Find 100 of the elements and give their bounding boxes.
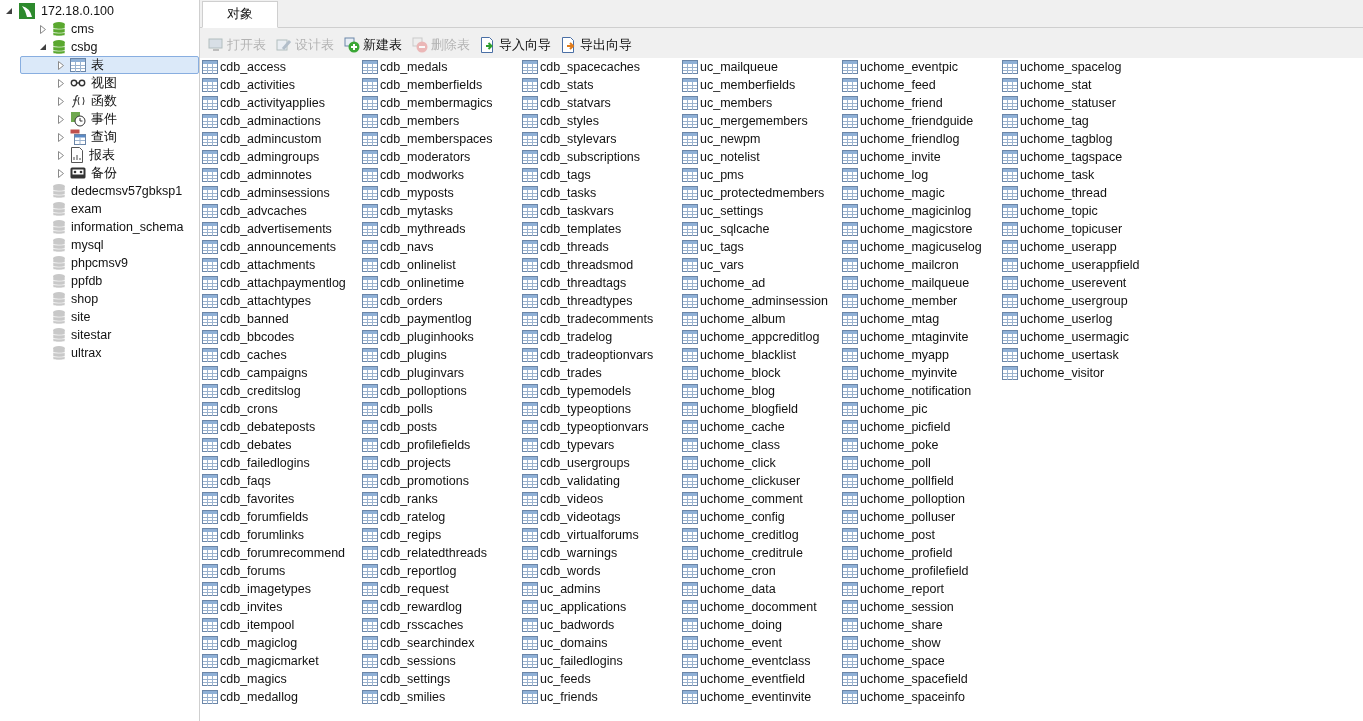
table-item[interactable]: uc_feeds (522, 670, 682, 688)
table-item[interactable]: cdb_members (362, 112, 522, 130)
table-item[interactable]: cdb_warnings (522, 544, 682, 562)
table-item[interactable]: cdb_advcaches (202, 202, 362, 220)
table-item[interactable]: uchome_album (682, 310, 842, 328)
table-item[interactable]: cdb_subscriptions (522, 148, 682, 166)
table-item[interactable]: cdb_rewardlog (362, 598, 522, 616)
table-item[interactable]: uchome_userevent (1002, 274, 1162, 292)
table-item[interactable]: uchome_poke (842, 436, 1002, 454)
table-item[interactable]: cdb_debates (202, 436, 362, 454)
table-item[interactable]: cdb_promotions (362, 472, 522, 490)
database-item[interactable]: mysql (52, 236, 110, 254)
table-item[interactable]: cdb_forums (202, 562, 362, 580)
tree-item[interactable]: 报表 (70, 146, 121, 164)
table-item[interactable]: cdb_failedlogins (202, 454, 362, 472)
table-item[interactable]: uchome_usermagic (1002, 328, 1162, 346)
table-item[interactable]: cdb_onlinetime (362, 274, 522, 292)
table-item[interactable]: uchome_tagspace (1002, 148, 1162, 166)
table-item[interactable]: cdb_moderators (362, 148, 522, 166)
table-item[interactable]: cdb_tradelog (522, 328, 682, 346)
table-item[interactable]: cdb_magiclog (202, 634, 362, 652)
table-item[interactable]: uchome_session (842, 598, 1002, 616)
table-item[interactable]: cdb_medallog (202, 688, 362, 706)
table-item[interactable]: cdb_forumfields (202, 508, 362, 526)
table-item[interactable]: cdb_threads (522, 238, 682, 256)
table-item[interactable]: cdb_sessions (362, 652, 522, 670)
table-item[interactable]: uchome_adminsession (682, 292, 842, 310)
table-item[interactable]: uchome_creditlog (682, 526, 842, 544)
table-item[interactable]: cdb_virtualforums (522, 526, 682, 544)
table-item[interactable]: cdb_rsscaches (362, 616, 522, 634)
table-item[interactable]: cdb_typeoptions (522, 400, 682, 418)
table-item[interactable]: uchome_magicstore (842, 220, 1002, 238)
table-item[interactable]: cdb_videos (522, 490, 682, 508)
tree-item[interactable]: 事件 (70, 110, 123, 128)
table-item[interactable]: uchome_eventpic (842, 58, 1002, 76)
table-item[interactable]: cdb_paymentlog (362, 310, 522, 328)
table-item[interactable]: uchome_magicuselog (842, 238, 1002, 256)
database-item[interactable]: site (52, 308, 97, 326)
table-item[interactable]: cdb_activities (202, 76, 362, 94)
table-item[interactable]: uchome_blog (682, 382, 842, 400)
table-item[interactable]: uc_mailqueue (682, 58, 842, 76)
table-item[interactable]: uchome_mtag (842, 310, 1002, 328)
table-item[interactable]: cdb_threadsmod (522, 256, 682, 274)
table-item[interactable]: uchome_cron (682, 562, 842, 580)
table-item[interactable]: uc_tags (682, 238, 842, 256)
table-item[interactable]: cdb_statvars (522, 94, 682, 112)
table-item[interactable]: uc_vars (682, 256, 842, 274)
table-item[interactable]: cdb_admingroups (202, 148, 362, 166)
table-item[interactable]: cdb_navs (362, 238, 522, 256)
database-item[interactable]: exam (52, 200, 108, 218)
table-item[interactable]: uchome_eventclass (682, 652, 842, 670)
table-item[interactable]: cdb_attachtypes (202, 292, 362, 310)
table-item[interactable]: uchome_topic (1002, 202, 1162, 220)
table-item[interactable]: cdb_regips (362, 526, 522, 544)
table-item[interactable]: uchome_mtaginvite (842, 328, 1002, 346)
table-item[interactable]: cdb_polls (362, 400, 522, 418)
table-item[interactable]: cdb_profilefields (362, 436, 522, 454)
table-item[interactable]: cdb_templates (522, 220, 682, 238)
table-item[interactable]: cdb_polloptions (362, 382, 522, 400)
table-item[interactable]: uc_memberfields (682, 76, 842, 94)
table-item[interactable]: cdb_reportlog (362, 562, 522, 580)
table-item[interactable]: cdb_words (522, 562, 682, 580)
table-item[interactable]: uchome_spacelog (1002, 58, 1162, 76)
table-item[interactable]: cdb_validating (522, 472, 682, 490)
table-item[interactable]: cdb_threadtags (522, 274, 682, 292)
table-item[interactable]: cdb_attachments (202, 256, 362, 274)
table-item[interactable]: uc_badwords (522, 616, 682, 634)
table-item[interactable]: cdb_posts (362, 418, 522, 436)
table-item[interactable]: uchome_myapp (842, 346, 1002, 364)
table-item[interactable]: cdb_relatedthreads (362, 544, 522, 562)
tree-item[interactable]: 查询 (70, 128, 123, 146)
table-item[interactable]: cdb_trades (522, 364, 682, 382)
table-item[interactable]: uchome_polloption (842, 490, 1002, 508)
table-item[interactable]: cdb_ratelog (362, 508, 522, 526)
table-item[interactable]: uchome_creditrule (682, 544, 842, 562)
table-item[interactable]: cdb_tags (522, 166, 682, 184)
table-item[interactable]: uchome_magicinlog (842, 202, 1002, 220)
connection-item[interactable]: 172.18.0.100 (18, 2, 120, 20)
table-item[interactable]: cdb_taskvars (522, 202, 682, 220)
database-item[interactable]: ppfdb (52, 272, 109, 290)
table-item[interactable]: cdb_access (202, 58, 362, 76)
table-item[interactable]: uc_sqlcache (682, 220, 842, 238)
table-item[interactable]: cdb_itempool (202, 616, 362, 634)
table-item[interactable]: cdb_typeoptionvars (522, 418, 682, 436)
table-item[interactable]: uchome_post (842, 526, 1002, 544)
table-item[interactable]: cdb_faqs (202, 472, 362, 490)
tree-item[interactable]: 视图 (70, 74, 123, 92)
database-item[interactable]: sitestar (52, 326, 118, 344)
table-item[interactable]: uchome_click (682, 454, 842, 472)
table-item[interactable]: cdb_smilies (362, 688, 522, 706)
table-item[interactable]: cdb_caches (202, 346, 362, 364)
database-item[interactable]: dedecmsv57gbksp1 (52, 182, 189, 200)
toolbar-button[interactable]: 导出向导 (559, 35, 634, 55)
table-item[interactable]: uc_protectedmembers (682, 184, 842, 202)
table-item[interactable]: uc_failedlogins (522, 652, 682, 670)
table-item[interactable]: uchome_report (842, 580, 1002, 598)
table-item[interactable]: uchome_config (682, 508, 842, 526)
database-item[interactable]: ultrax (52, 344, 108, 362)
table-item[interactable]: uchome_pic (842, 400, 1002, 418)
table-item[interactable]: cdb_memberfields (362, 76, 522, 94)
